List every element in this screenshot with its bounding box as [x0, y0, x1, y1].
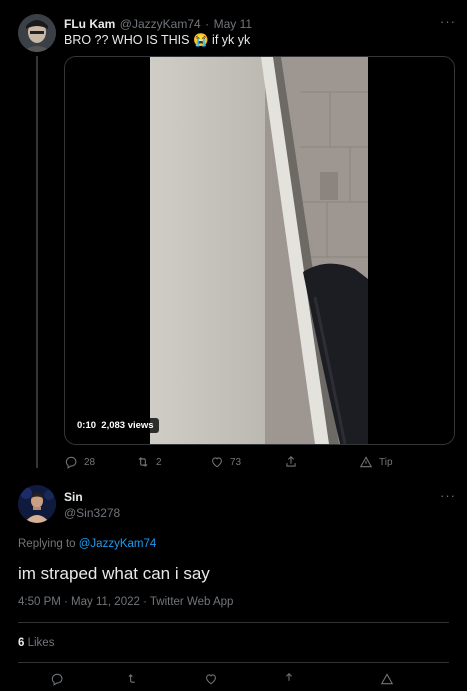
more-options-icon[interactable]: ···: [440, 488, 456, 503]
video-stats-badge: 0:10 2,083 views: [72, 418, 159, 433]
video-frame: [65, 57, 454, 444]
replying-to-handle[interactable]: @JazzyKam74: [79, 538, 157, 550]
dot-separator: ·: [205, 17, 210, 31]
reply-icon[interactable]: [50, 672, 64, 691]
tip-icon[interactable]: [380, 672, 394, 691]
avatar[interactable]: [18, 485, 56, 523]
tip-button[interactable]: Tip: [359, 455, 393, 469]
tweet-header: FLu Kam @JazzyKam74 · May 11: [64, 15, 252, 33]
thread-connector-line: [36, 56, 38, 468]
video-views: 2,083 views: [101, 420, 154, 431]
likes-count[interactable]: 6 Likes: [18, 637, 54, 649]
like-button[interactable]: 73: [210, 455, 241, 469]
retweet-icon: [138, 457, 148, 467]
reply-text: im straped what can i say: [18, 564, 210, 583]
tip-label: Tip: [379, 456, 393, 468]
tip-icon: [359, 456, 373, 468]
reply-count: 28: [84, 456, 96, 468]
reply-icon: [65, 456, 77, 469]
avatar[interactable]: [18, 14, 56, 52]
crying-emoji: 😭: [192, 33, 209, 47]
video-time: 0:10: [77, 420, 97, 431]
divider: [18, 662, 449, 663]
more-options-icon[interactable]: ···: [440, 14, 456, 29]
share-button[interactable]: [284, 455, 298, 469]
display-name[interactable]: Sin: [64, 490, 83, 504]
display-name[interactable]: FLu Kam: [64, 17, 115, 31]
like-count: 73: [230, 456, 242, 468]
tweet-text-part2: if yk yk: [212, 33, 251, 47]
user-handle[interactable]: @JazzyKam74: [120, 17, 201, 31]
share-icon[interactable]: [282, 672, 296, 691]
tweet-text: BRO ?? WHO IS THIS 😭 if yk yk: [64, 33, 250, 48]
user-handle[interactable]: @Sin3278: [64, 506, 120, 520]
retweet-icon[interactable]: [126, 672, 140, 691]
reply-button[interactable]: 28: [64, 455, 95, 469]
share-icon: [286, 456, 296, 467]
tweet-timestamp[interactable]: 4:50 PM · May 11, 2022 · Twitter Web App: [18, 596, 233, 608]
retweet-button[interactable]: 2: [136, 455, 162, 469]
replying-to-label: Replying to: [18, 538, 76, 550]
tweet-text-part1: BRO ?? WHO IS THIS: [64, 33, 190, 47]
retweet-count: 2: [156, 456, 162, 468]
heart-icon[interactable]: [204, 672, 218, 691]
heart-icon: [212, 457, 222, 468]
likes-label: Likes: [27, 637, 55, 649]
video-player[interactable]: [64, 56, 455, 445]
likes-number: 6: [18, 637, 25, 649]
replying-to: Replying to @JazzyKam74: [18, 538, 156, 550]
divider: [18, 622, 449, 623]
tweet-date[interactable]: May 11: [214, 17, 252, 31]
